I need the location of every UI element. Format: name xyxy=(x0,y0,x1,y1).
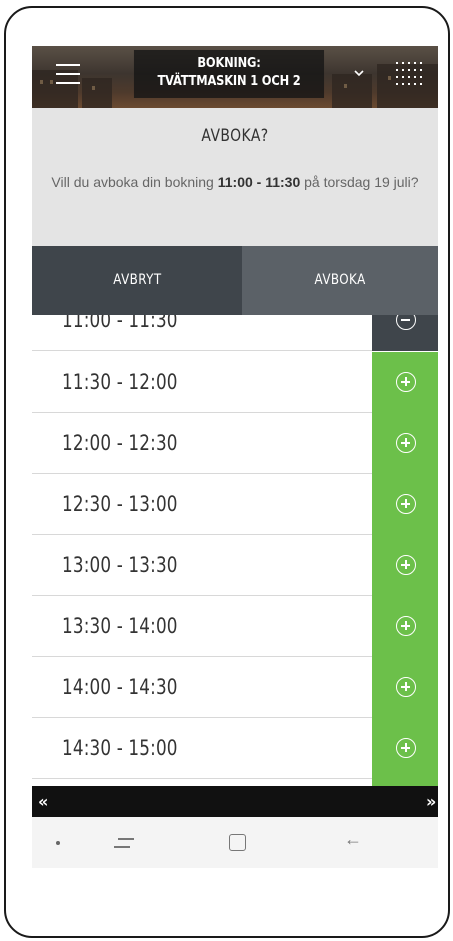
add-booking-button[interactable] xyxy=(372,535,438,596)
home-icon[interactable] xyxy=(229,834,246,851)
plus-circle-icon xyxy=(396,738,416,758)
time-slot-row[interactable]: 12:00 - 12:30 xyxy=(32,413,438,474)
header: BOKNING: TVÄTTMASKIN 1 OCH 2 xyxy=(32,46,438,108)
time-slot-row[interactable]: 14:00 - 14:30 xyxy=(32,657,438,718)
slot-time-label: 12:30 - 13:00 xyxy=(62,492,178,516)
add-booking-button[interactable] xyxy=(372,596,438,657)
dialog-message-suffix: på torsdag 19 juli? xyxy=(300,174,419,190)
title-line-2: TVÄTTMASKIN 1 OCH 2 xyxy=(157,74,301,89)
date-nav-bar: « » xyxy=(32,786,438,817)
dialog-message: Vill du avboka din bokning 11:00 - 11:30… xyxy=(32,171,438,193)
back-arrow-icon[interactable]: ← xyxy=(344,829,362,850)
time-slot-row[interactable]: 13:00 - 13:30 xyxy=(32,535,438,596)
dialog-title: AVBOKA? xyxy=(201,126,269,146)
plus-circle-icon xyxy=(396,494,416,514)
add-booking-button[interactable] xyxy=(372,413,438,474)
chevron-down-icon[interactable] xyxy=(354,66,364,80)
slot-time-label: 14:00 - 14:30 xyxy=(62,675,178,699)
cancel-button-label: AVBRYT xyxy=(112,272,162,288)
plus-circle-icon xyxy=(396,372,416,392)
title-line-1: BOKNING: xyxy=(197,56,261,71)
add-booking-button[interactable] xyxy=(372,352,438,413)
next-day-button[interactable]: » xyxy=(426,786,436,817)
slot-time-label: 11:30 - 12:00 xyxy=(62,370,178,394)
grid-calendar-icon[interactable] xyxy=(396,60,422,88)
dialog-message-prefix: Vill du avboka din bokning xyxy=(51,174,218,190)
dialog-buttons: AVBRYT AVBOKA xyxy=(32,246,438,315)
plus-circle-icon xyxy=(396,433,416,453)
plus-circle-icon xyxy=(396,677,416,697)
time-slot-row[interactable]: 11:30 - 12:00 xyxy=(32,352,438,413)
hamburger-menu-icon[interactable] xyxy=(56,64,80,84)
slot-time-label: 13:30 - 14:00 xyxy=(62,614,178,638)
confirm-button-label: AVBOKA xyxy=(314,272,366,288)
add-booking-button[interactable] xyxy=(372,718,438,779)
slot-time-label: 12:00 - 12:30 xyxy=(62,431,178,455)
app-screen: BOKNING: TVÄTTMASKIN 1 OCH 2 11:00 - 11:… xyxy=(32,46,438,868)
time-slot-row[interactable]: 14:30 - 15:00 xyxy=(32,718,438,779)
cancel-button[interactable]: AVBRYT xyxy=(32,246,242,315)
dot-icon xyxy=(56,841,60,845)
plus-circle-icon xyxy=(396,616,416,636)
time-slot-row[interactable]: 13:30 - 14:00 xyxy=(32,596,438,657)
android-navigation-bar: ← xyxy=(32,817,438,868)
confirm-cancel-booking-button[interactable]: AVBOKA xyxy=(242,246,438,315)
dialog-message-time: 11:00 - 11:30 xyxy=(217,174,301,190)
recent-apps-icon[interactable] xyxy=(114,833,134,853)
slot-time-label: 13:00 - 13:30 xyxy=(62,553,178,577)
time-slot-row[interactable]: 12:30 - 13:00 xyxy=(32,474,438,535)
plus-circle-icon xyxy=(396,555,416,575)
cancel-dialog: AVBOKA? Vill du avboka din bokning 11:00… xyxy=(32,108,438,246)
previous-day-button[interactable]: « xyxy=(38,786,48,817)
page-title[interactable]: BOKNING: TVÄTTMASKIN 1 OCH 2 xyxy=(133,50,325,98)
add-booking-button[interactable] xyxy=(372,657,438,718)
add-booking-button[interactable] xyxy=(372,474,438,535)
slot-time-label: 14:30 - 15:00 xyxy=(62,736,178,760)
